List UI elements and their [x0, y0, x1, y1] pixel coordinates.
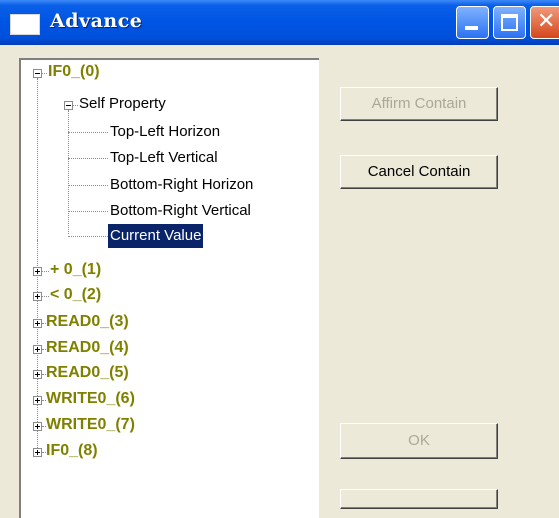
expand-icon: [33, 370, 42, 379]
collapse-icon: [64, 101, 73, 110]
expand-icon: [33, 267, 42, 276]
collapse-icon: [33, 69, 42, 78]
window-title: Advance: [50, 10, 143, 32]
tree-node-label: Self Property: [79, 95, 166, 112]
tree-leaf-top-left-vertical[interactable]: Top-Left Vertical: [21, 146, 317, 170]
title-bar[interactable]: Advance ✕: [0, 0, 559, 45]
tree-node-label: IF0_(0): [48, 63, 100, 80]
maximize-button[interactable]: [493, 6, 526, 39]
close-icon: ✕: [537, 9, 556, 34]
minimize-button[interactable]: [456, 6, 489, 39]
tree-view[interactable]: IF0_(0) Self Property Top-Left Horizon T…: [19, 58, 319, 518]
maximize-icon: [501, 14, 518, 31]
tree-node-8[interactable]: IF0_(8): [21, 439, 317, 463]
tree-node-2[interactable]: < 0_(2): [21, 283, 317, 307]
tree-leaf-bottom-right-vertical[interactable]: Bottom-Right Vertical: [21, 199, 317, 223]
tree-node-root[interactable]: IF0_(0): [21, 60, 317, 84]
tree-node-7[interactable]: WRITE0_(7): [21, 413, 317, 437]
ok-button[interactable]: OK: [340, 423, 498, 459]
tree-node-6[interactable]: WRITE0_(6): [21, 387, 317, 411]
tree-leaf-current-value[interactable]: Current Value: [21, 224, 317, 248]
tree-node-4[interactable]: READ0_(4): [21, 336, 317, 360]
partial-button[interactable]: [340, 489, 498, 509]
close-button[interactable]: ✕: [530, 6, 559, 39]
tree-node-self-property[interactable]: Self Property: [21, 94, 317, 118]
expand-icon: [33, 345, 42, 354]
expand-icon: [33, 448, 42, 457]
expand-icon: [33, 396, 42, 405]
selected-item: Current Value: [108, 224, 204, 248]
expand-icon: [33, 422, 42, 431]
tree-node-5[interactable]: READ0_(5): [21, 361, 317, 385]
minimize-icon: [465, 26, 478, 30]
cancel-contain-button[interactable]: Cancel Contain: [340, 155, 498, 189]
affirm-contain-button[interactable]: Affirm Contain: [340, 87, 498, 121]
tree-node-3[interactable]: READ0_(3): [21, 310, 317, 334]
expand-icon: [33, 292, 42, 301]
tree-node-1[interactable]: + 0_(1): [21, 258, 317, 282]
tree-leaf-top-left-horizon[interactable]: Top-Left Horizon: [21, 120, 317, 144]
app-window-icon: [10, 14, 40, 35]
tree-leaf-bottom-right-horizon[interactable]: Bottom-Right Horizon: [21, 173, 317, 197]
expand-icon: [33, 319, 42, 328]
